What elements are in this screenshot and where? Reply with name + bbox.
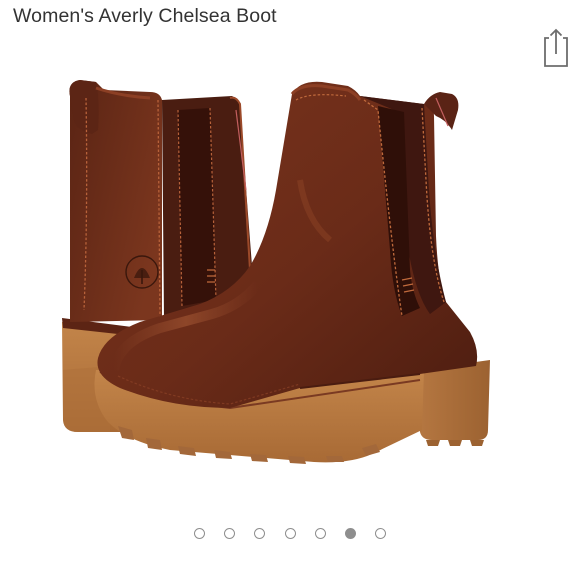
page-title: Women's Averly Chelsea Boot bbox=[13, 5, 277, 27]
carousel-dot-2[interactable] bbox=[224, 527, 236, 539]
carousel-dot-4[interactable] bbox=[284, 527, 296, 539]
carousel-dot-6[interactable] bbox=[344, 527, 356, 539]
carousel-dot-7[interactable] bbox=[375, 527, 387, 539]
carousel-dots bbox=[0, 524, 580, 542]
carousel-dot-3[interactable] bbox=[254, 527, 266, 539]
share-icon bbox=[544, 28, 568, 67]
boot-photo bbox=[62, 80, 490, 464]
carousel-dot-1[interactable] bbox=[193, 527, 205, 539]
carousel-dot-5[interactable] bbox=[314, 527, 326, 539]
product-image-viewer: Women's Averly Chelsea Boot bbox=[0, 0, 580, 580]
product-photo[interactable] bbox=[0, 70, 580, 510]
share-button[interactable] bbox=[540, 26, 572, 72]
header: Women's Averly Chelsea Boot bbox=[0, 0, 580, 40]
